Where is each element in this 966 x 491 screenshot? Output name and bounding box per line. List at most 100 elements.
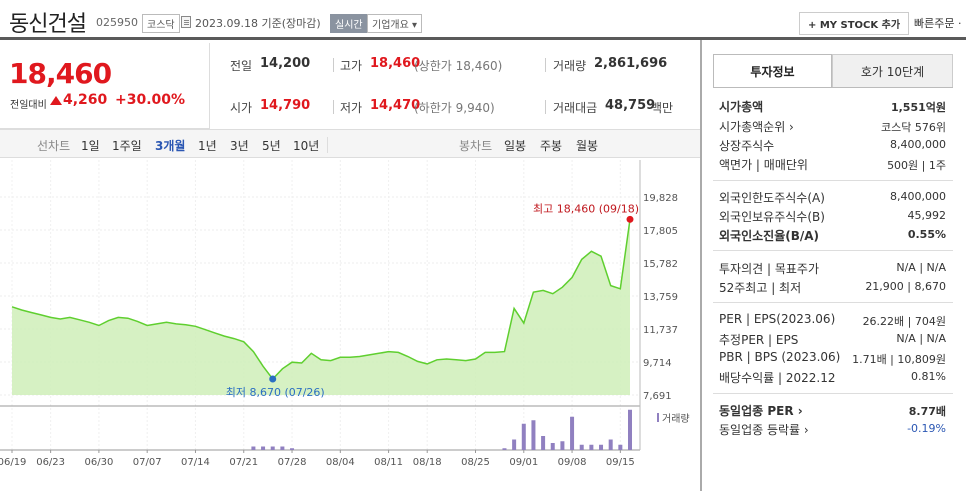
upper-limit: (상한가 18,460)	[414, 59, 503, 73]
price-chart[interactable]: 19,828 17,805 15,782 13,759 11,737 9,714 7,691…	[0, 160, 700, 491]
volume-legend: 거래량	[662, 413, 690, 425]
info-row-label[interactable]: 동일업종 등락률 ›	[719, 421, 809, 438]
amount-unit: 백만	[651, 101, 674, 115]
info-row-label: 52주최고 | 최저	[719, 281, 802, 295]
period-10y[interactable]: 10년	[293, 137, 319, 154]
stock-code: 025950	[96, 16, 138, 29]
info-row-label: 투자의견 | 목표주가	[719, 262, 819, 276]
company-info-dropdown[interactable]: 기업개요 ▾	[367, 14, 422, 33]
volume-bar	[570, 416, 575, 450]
section-divider	[713, 180, 953, 181]
open-label: 시가	[230, 101, 253, 115]
info-row-label[interactable]: 시가총액순위 ›	[719, 118, 794, 135]
period-3m[interactable]: 3개월	[155, 137, 185, 154]
max-label: 최고 18,460 (09/18)	[533, 202, 639, 215]
info-row-label: 외국인한도주식수(A)	[719, 191, 825, 205]
tab-invest-info[interactable]: 투자정보	[713, 54, 832, 88]
info-row-label[interactable]: 동일업종 PER ›	[719, 402, 803, 419]
candle-monthly[interactable]: 월봉	[576, 137, 598, 154]
x-tick-label: 07/21	[229, 457, 258, 468]
y-tick-label: 7,691	[643, 391, 672, 402]
change-rate: +30.00%	[115, 92, 186, 108]
x-tick-label: 07/07	[133, 457, 162, 468]
info-row-value: 0.55%	[907, 228, 946, 241]
period-1w[interactable]: 1주일	[112, 137, 142, 154]
volume-bar	[531, 420, 536, 450]
volume-bars	[251, 409, 632, 450]
period-5y[interactable]: 5년	[262, 137, 281, 154]
info-row-value: N/A | N/A	[896, 332, 946, 345]
lower-limit: (하한가 9,940)	[414, 101, 495, 115]
separator	[545, 58, 546, 72]
document-icon	[181, 16, 191, 28]
date-text: 2023.09.18 기준(장마감)	[195, 17, 321, 30]
separator	[333, 100, 334, 114]
my-stock-add-button[interactable]: + MY STOCK 추가	[799, 12, 910, 35]
tab-hoga-10[interactable]: 호가 10단계	[832, 54, 953, 88]
x-tick-label: 07/28	[278, 457, 307, 468]
volume-bar	[290, 448, 295, 450]
separator	[333, 58, 334, 72]
open-value: 14,790	[260, 98, 311, 113]
panel-divider	[700, 40, 702, 491]
line-chart-label: 선차트	[37, 139, 71, 153]
period-1d[interactable]: 1일	[81, 137, 100, 154]
x-tick-label: 06/19	[0, 457, 26, 468]
change-label: 전일대비	[10, 100, 47, 111]
y-tick-label: 15,782	[643, 259, 678, 270]
info-row-value: 26.22배 | 704원	[862, 315, 946, 328]
y-axis-ticks: 19,828 17,805 15,782 13,759 11,737 9,714 7,691	[643, 193, 678, 402]
separator	[327, 137, 328, 153]
volume-bar	[589, 444, 594, 450]
info-row-label: 외국인소진율(B/A)	[719, 229, 820, 243]
volume-bar	[579, 444, 584, 450]
volume-bar	[521, 423, 526, 450]
y-tick-label: 9,714	[643, 358, 672, 369]
stock-name: 동신건설	[9, 12, 87, 37]
prev-close-label: 전일	[230, 59, 253, 73]
section-divider	[713, 250, 953, 251]
candle-chart-label: 봉차트	[459, 139, 493, 153]
x-tick-label: 08/04	[326, 457, 355, 468]
volume-bar	[599, 444, 604, 450]
y-tick-label: 19,828	[643, 193, 678, 204]
period-1y[interactable]: 1년	[198, 137, 217, 154]
info-row-value: 500원 | 1주	[887, 159, 946, 172]
amount-value: 48,759	[605, 98, 656, 113]
info-row-value: 0.81%	[911, 370, 946, 383]
separator	[545, 100, 546, 114]
prev-close-value: 14,200	[260, 56, 311, 71]
x-tick-label: 07/14	[181, 457, 210, 468]
info-row-value: 21,900 | 8,670	[865, 280, 946, 293]
volume-bar	[628, 409, 632, 450]
volume-bar	[280, 446, 285, 450]
low-value: 14,470	[370, 98, 421, 113]
info-row-value: 1.71배 | 10,809원	[852, 353, 946, 366]
tab-underline	[713, 87, 953, 88]
candle-daily[interactable]: 일봉	[504, 137, 526, 154]
x-axis-ticks: 06/19 06/23 06/30 07/07 07/14 07/21 07/28 08/04…	[0, 450, 635, 468]
max-marker	[626, 215, 634, 223]
realtime-badge[interactable]: 실시간	[330, 14, 368, 33]
x-tick-label: 06/30	[84, 457, 113, 468]
info-row-label: 외국인보유주식수(B)	[719, 210, 825, 224]
info-row-label: PBR | BPS (2023.06)	[719, 350, 841, 364]
high-label: 고가	[340, 59, 363, 73]
y-tick-label: 13,759	[643, 292, 678, 303]
min-marker	[269, 375, 277, 383]
volume-bar	[270, 446, 275, 450]
y-tick-label: 17,805	[643, 226, 678, 237]
info-row-value: 8,400,000	[890, 190, 946, 203]
x-tick-label: 08/25	[461, 457, 490, 468]
period-3y[interactable]: 3년	[230, 137, 249, 154]
volume-bar	[541, 436, 546, 450]
info-row-value: N/A | N/A	[896, 261, 946, 274]
volume-bar	[502, 448, 507, 450]
low-label: 저가	[340, 101, 363, 115]
market-badge: 코스닥	[142, 14, 180, 33]
quick-order-link[interactable]: 빠른주문 ·	[914, 15, 961, 31]
volume-bar	[261, 446, 266, 450]
info-row-value: 코스닥 576위	[881, 121, 946, 134]
volume-bar	[618, 444, 623, 450]
candle-weekly[interactable]: 주봉	[540, 137, 562, 154]
